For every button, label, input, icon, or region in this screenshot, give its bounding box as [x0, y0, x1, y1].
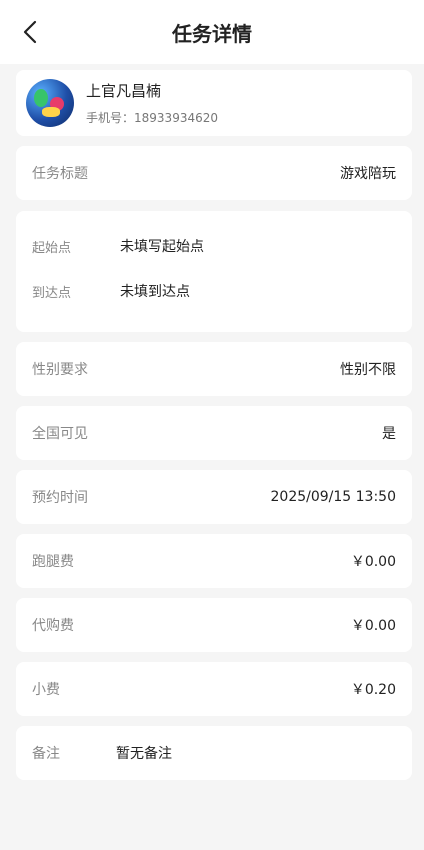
route-card: 起始点 未填写起始点 到达点 未填到达点 — [16, 211, 412, 332]
task-title-label: 任务标题 — [32, 166, 88, 182]
task-title-value: 游戏陪玩 — [340, 166, 396, 182]
appointment-time-row: 预约时间 2025/09/15 13:50 — [16, 470, 412, 524]
start-point-label: 起始点 — [32, 240, 72, 256]
remark-label: 备注 — [32, 746, 60, 762]
tip-row: 小费 ￥0.20 — [16, 662, 412, 716]
purchase-fee-value: ￥0.00 — [350, 618, 396, 634]
appointment-time-value: 2025/09/15 13:50 — [270, 489, 397, 505]
gender-value: 性别不限 — [340, 362, 396, 378]
gender-row: 性别要求 性别不限 — [16, 342, 412, 396]
user-phone: 手机号：18933934620 — [86, 109, 218, 126]
user-name: 上官凡昌楠 — [86, 82, 162, 100]
purchase-fee-label: 代购费 — [32, 618, 74, 634]
task-title-row: 任务标题 游戏陪玩 — [16, 146, 412, 200]
tip-label: 小费 — [32, 682, 60, 698]
end-point-value: 未填到达点 — [120, 284, 190, 300]
purchase-fee-row: 代购费 ￥0.00 — [16, 598, 412, 652]
phone-label: 手机号： — [86, 111, 135, 125]
remark-row: 备注 暂无备注 — [16, 726, 412, 780]
nationwide-row: 全国可见 是 — [16, 406, 412, 460]
appointment-time-label: 预约时间 — [32, 490, 88, 506]
user-card: 上官凡昌楠 手机号：18933934620 — [16, 70, 412, 136]
avatar[interactable] — [26, 79, 74, 127]
nationwide-value: 是 — [382, 426, 396, 442]
start-point-value: 未填写起始点 — [120, 239, 204, 255]
run-fee-label: 跑腿费 — [32, 554, 74, 570]
run-fee-value: ￥0.00 — [350, 554, 396, 570]
end-point-row: 到达点 未填到达点 — [32, 280, 396, 302]
end-point-label: 到达点 — [32, 285, 72, 301]
remark-value: 暂无备注 — [116, 746, 172, 762]
start-point-row: 起始点 未填写起始点 — [32, 235, 396, 257]
run-fee-row: 跑腿费 ￥0.00 — [16, 534, 412, 588]
top-bar: 任务详情 — [0, 0, 424, 64]
nationwide-label: 全国可见 — [32, 426, 88, 442]
phone-number: 18933934620 — [134, 111, 218, 125]
back-button[interactable] — [18, 20, 42, 44]
chevron-left-icon — [23, 20, 37, 44]
gender-label: 性别要求 — [32, 362, 88, 378]
page-title: 任务详情 — [172, 21, 252, 46]
task-detail-content: 上官凡昌楠 手机号：18933934620 任务标题 游戏陪玩 起始点 未填写起… — [0, 64, 424, 850]
tip-value: ￥0.20 — [350, 682, 396, 698]
